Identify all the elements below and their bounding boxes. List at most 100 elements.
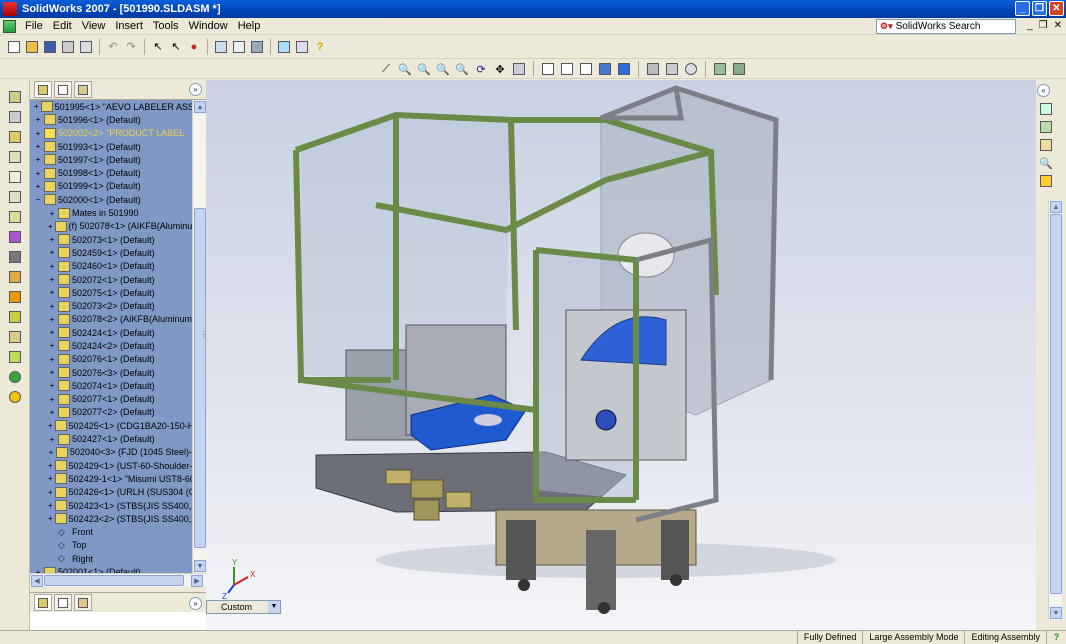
tree-item[interactable]: +501996<1> (Default) [30, 113, 192, 126]
hide-show-button[interactable] [7, 150, 23, 164]
redo-button[interactable]: ↷ [123, 39, 139, 55]
restore-button[interactable]: ❐ [1032, 1, 1047, 16]
tree-item[interactable]: +502076<1> (Default) [30, 353, 192, 366]
chevron-down-icon[interactable]: ▼ [268, 601, 280, 613]
tab-configuration-manager-bottom[interactable] [74, 594, 92, 611]
select-button[interactable]: ↖ [150, 39, 166, 55]
tree-item[interactable]: +502073<2> (Default) [30, 299, 192, 312]
display-pane-button[interactable] [731, 61, 747, 77]
realview-button[interactable] [683, 61, 699, 77]
tree-item[interactable]: +502425<1> (CDG1BA20-150-H [30, 419, 192, 432]
scroll-down-arrow[interactable]: ▼ [194, 560, 206, 572]
tree-item[interactable]: +501997<1> (Default) [30, 153, 192, 166]
expand-toggle[interactable]: + [48, 355, 56, 364]
sketch-button[interactable]: ⟋ [378, 61, 394, 77]
tree-item[interactable]: +502076<3> (Default) [30, 366, 192, 379]
tree-item[interactable]: +502423<2> (STBS(JIS SS400,2 [30, 512, 192, 525]
close-button[interactable]: ✕ [1049, 1, 1064, 16]
scroll-up-arrow[interactable]: ▲ [1050, 201, 1062, 213]
rebuild-button[interactable]: ● [186, 39, 202, 55]
menu-edit[interactable]: Edit [48, 20, 77, 32]
tree-item[interactable]: +502426<1> (URLH (SUS304 (C [30, 486, 192, 499]
expand-toggle[interactable]: + [48, 248, 56, 257]
graphics-area[interactable]: Y X Z Custom ▼ [206, 80, 1036, 630]
tree-item[interactable]: +502077<1> (Default) [30, 393, 192, 406]
tab-property-manager[interactable] [54, 81, 72, 98]
shaded-edges-button[interactable] [597, 61, 613, 77]
menu-view[interactable]: View [77, 20, 111, 32]
expand-toggle[interactable]: − [34, 195, 42, 204]
move-component-button[interactable] [7, 190, 23, 204]
expand-toggle[interactable]: + [48, 209, 56, 218]
menu-insert[interactable]: Insert [110, 20, 148, 32]
expand-toggle[interactable]: + [48, 514, 53, 523]
search-tab[interactable]: 🔍 [1038, 156, 1054, 170]
menu-window[interactable]: Window [184, 20, 233, 32]
zoom-in-button[interactable]: 🔍 [435, 61, 451, 77]
expand-toggle[interactable]: + [34, 155, 42, 164]
shaded-button[interactable] [616, 61, 632, 77]
new-document-button[interactable] [6, 39, 22, 55]
expand-toggle[interactable]: + [48, 262, 56, 271]
reference-geometry-button[interactable] [7, 310, 23, 324]
expand-toggle[interactable]: + [34, 142, 42, 151]
scroll-thumb[interactable] [194, 208, 206, 548]
expand-toggle[interactable]: + [48, 421, 53, 430]
explode-button[interactable] [7, 250, 23, 264]
expand-toggle[interactable]: + [48, 408, 56, 417]
expand-toggle[interactable]: + [48, 381, 56, 390]
expand-toggle[interactable]: + [48, 368, 56, 377]
scroll-right-arrow[interactable]: ▶ [191, 575, 203, 587]
expand-toggle[interactable]: + [34, 115, 42, 124]
assembly-model[interactable]: Y X Z [206, 80, 1036, 630]
tree-item[interactable]: +502077<2> (Default) [30, 406, 192, 419]
select-filter-button[interactable]: ↖ [168, 39, 184, 55]
change-transparency-button[interactable] [7, 170, 23, 184]
tree-item[interactable]: +502072<1> (Default) [30, 273, 192, 286]
shadows-button[interactable] [645, 61, 661, 77]
bulb-button[interactable] [7, 390, 23, 404]
mate-button[interactable] [7, 110, 23, 124]
view-orientation-button[interactable] [511, 61, 527, 77]
tree-item[interactable]: +502002<2> "PRODUCT LABEL [30, 127, 192, 140]
assembly-features-button[interactable] [7, 290, 23, 304]
expand-toggle[interactable]: + [48, 501, 53, 510]
pan-button[interactable]: ✥ [492, 61, 508, 77]
print-preview-button[interactable] [78, 39, 94, 55]
tree-item[interactable]: +502073<1> (Default) [30, 233, 192, 246]
home-tab[interactable] [1038, 102, 1054, 116]
menu-tools[interactable]: Tools [148, 20, 184, 32]
tree-item[interactable]: − 502000<1> (Default) [30, 193, 192, 206]
appearances-tab[interactable] [1038, 174, 1054, 188]
tree-item[interactable]: +501999<1> (Default) [30, 180, 192, 193]
smart-fasteners-button[interactable] [7, 230, 23, 244]
doc-minimize-button[interactable]: _ [1027, 20, 1033, 31]
expand-toggle[interactable]: + [48, 395, 56, 404]
motion-button[interactable] [7, 370, 23, 384]
rotate-component-button[interactable] [7, 210, 23, 224]
expand-toggle[interactable]: + [48, 461, 53, 470]
task-pane-scrollbar[interactable]: ▲ ▼ [1048, 200, 1062, 620]
tree-item[interactable]: +501998<1> (Default) [30, 166, 192, 179]
help-icon[interactable]: ? [1046, 631, 1066, 644]
tree-item[interactable]: +502429<1> (UST-60-Shoulder- [30, 459, 192, 472]
minimize-button[interactable]: _ [1015, 1, 1030, 16]
expand-toggle[interactable]: + [48, 474, 53, 483]
section-view-button[interactable] [712, 61, 728, 77]
expand-toggle[interactable]: + [48, 222, 53, 231]
scroll-down-arrow[interactable]: ▼ [1050, 607, 1062, 619]
tree-item[interactable]: + (f) 502078<1> (AIKFB(Aluminu [30, 220, 192, 233]
open-button[interactable] [24, 39, 40, 55]
expand-task-pane-button[interactable]: « [1037, 84, 1050, 97]
interference-button[interactable] [7, 270, 23, 284]
window-button[interactable] [276, 39, 292, 55]
horizontal-scroll-thumb[interactable] [44, 575, 184, 586]
hidden-lines-button[interactable] [559, 61, 575, 77]
expand-toggle[interactable]: + [48, 448, 54, 457]
expand-toggle[interactable]: + [48, 328, 56, 337]
tree-item[interactable]: +502078<2> (AIKFB(Aluminum [30, 313, 192, 326]
collapse-bottom-panel-button[interactable]: » [189, 597, 202, 610]
expand-toggle[interactable]: + [34, 129, 42, 138]
tree-item[interactable]: +502001<1> (Default) [30, 565, 192, 573]
tree-item[interactable]: +502424<2> (Default) [30, 339, 192, 352]
